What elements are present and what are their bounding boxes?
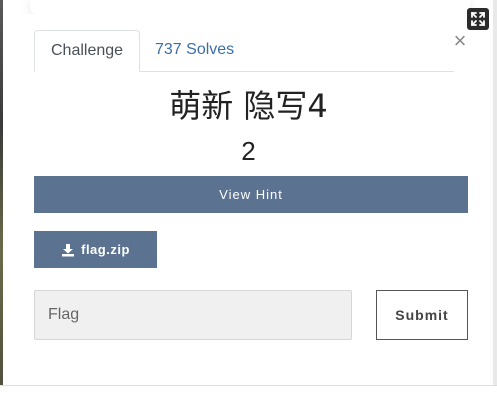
tab-solves[interactable]: 737 Solves [139,30,250,70]
flag-input[interactable] [34,290,352,340]
tab-bar: Challenge 737 Solves [34,30,454,72]
challenge-title: 萌新 隐写4 [169,87,328,125]
view-hint-label: View Hint [219,187,283,202]
background-card-edge [30,0,470,14]
backdrop-bottom [0,385,497,420]
challenge-value: 2 [241,136,256,166]
view-hint-button[interactable]: View Hint [34,176,468,213]
expand-icon [471,12,485,26]
file-download-label: flag.zip [81,242,130,257]
close-icon: × [453,28,467,53]
download-icon [62,243,75,256]
expand-button[interactable] [467,8,489,30]
submit-button[interactable]: Submit [376,290,468,340]
tab-challenge[interactable]: Challenge [34,30,141,72]
file-download-button[interactable]: flag.zip [34,231,157,268]
submit-label: Submit [395,307,449,323]
backdrop-right [493,0,497,419]
